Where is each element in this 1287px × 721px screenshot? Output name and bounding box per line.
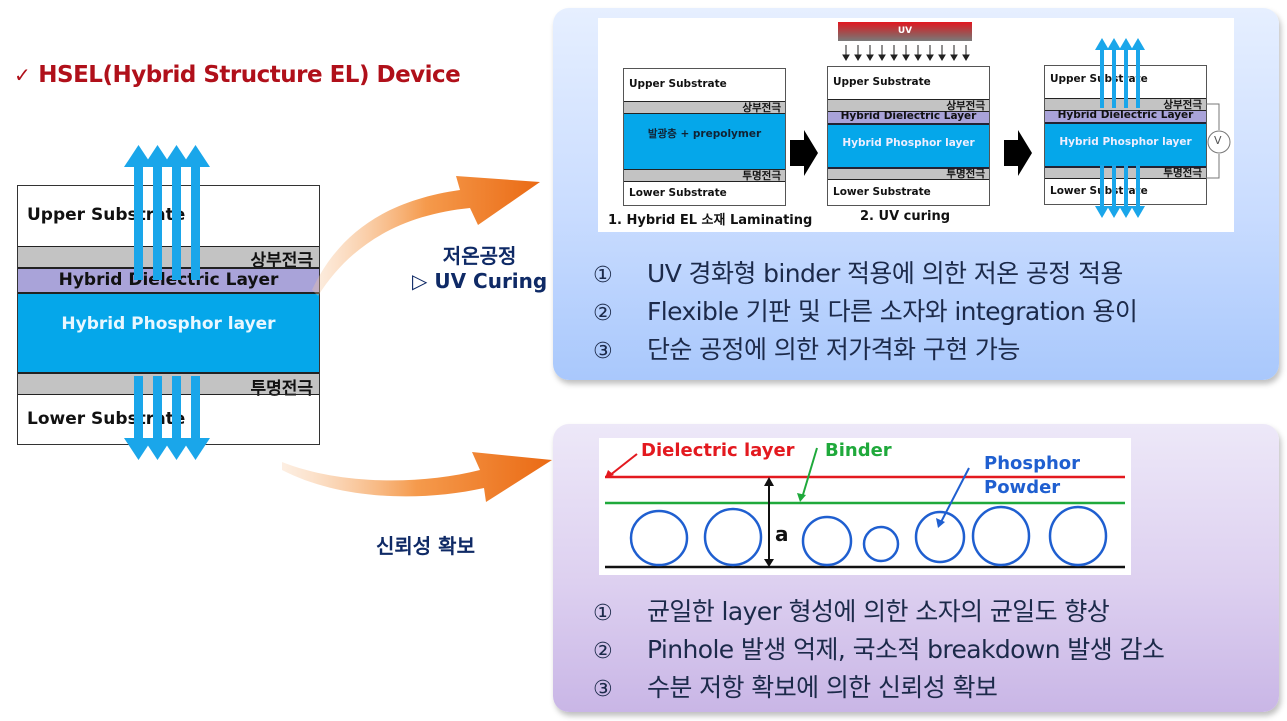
phosphor-particle [971, 505, 1031, 567]
thickness-label: a [775, 522, 789, 546]
lower-substrate-layer: Lower Substrate [18, 394, 319, 445]
bullet-text: 균일한 layer 형성에 의한 소자의 균일도 향상 [647, 597, 1110, 626]
step2-lower-substrate-label: Lower Substrate [833, 186, 931, 198]
phosphor-label-line1: Phosphor [984, 453, 1081, 474]
dielectric-pointer [608, 453, 638, 477]
step1-upper-substrate: Upper Substrate [624, 69, 785, 101]
lower-electrode-layer: 투명전극 [18, 372, 319, 399]
binder-label: Binder [825, 440, 892, 461]
step1-lower-electrode: 투명전극 [624, 169, 785, 182]
phosphor-particle [862, 525, 900, 563]
reliability-panel: Dielectric layer Binder Phosphor Powder … [553, 424, 1279, 712]
step2-upper-substrate: Upper Substrate [828, 67, 989, 99]
step1-caption: 1. Hybrid EL 소재 Laminating [608, 213, 813, 228]
uv-process-panel: Upper Substrate 상부전극 발광층 + prepolymer 투명… [553, 8, 1279, 380]
step2-lower-electrode: 투명전극 [828, 167, 989, 180]
step1-stack: Upper Substrate 상부전극 발광층 + prepolymer 투명… [623, 68, 786, 206]
bullet-text: 단순 공정에 의한 저가격화 구현 가능 [647, 335, 1020, 364]
phosphor-particle [801, 515, 853, 567]
benefit-item: ① 균일한 layer 형성에 의한 소자의 균일도 향상 [593, 594, 1164, 632]
phosphor-label: Hybrid Phosphor layer [61, 314, 276, 334]
bullet-text: Pinhole 발생 억제, 국소적 breakdown 발생 감소 [647, 635, 1165, 664]
dielectric-layer-label: Dielectric layer [641, 440, 795, 461]
benefit-item: ③ 수분 저항 확보에 의한 신뢰성 확보 [593, 670, 1164, 708]
step2-phosphor-label: Hybrid Phosphor layer [842, 137, 975, 149]
benefit-item: ① UV 경화형 binder 적용에 의한 저온 공정 적용 [593, 256, 1137, 294]
step2-dielectric-label: Hybrid Dielectric Layer [840, 110, 977, 122]
binder-pointer [801, 447, 818, 499]
phosphor-particle [1048, 505, 1108, 567]
bullet-number: ① [593, 263, 613, 288]
slide-title: ✓ HSEL(Hybrid Structure EL) Device [14, 62, 461, 88]
bullet-number: ② [593, 301, 613, 326]
step2-dielectric: Hybrid Dielectric Layer [828, 110, 989, 123]
upper-electrode-layer: 상부전극 [18, 246, 319, 271]
phosphor-particles [629, 505, 1108, 567]
step3-light-arrows [1095, 38, 1145, 218]
step1-upper-electrode: 상부전극 [624, 101, 785, 114]
step-arrow-1-icon [790, 130, 818, 176]
benefit-item: ② Pinhole 발생 억제, 국소적 breakdown 발생 감소 [593, 632, 1165, 670]
low-temp-process-text: 저온공정 [442, 244, 517, 268]
step2-phosphor: Hybrid Phosphor layer [828, 123, 989, 167]
phosphor-layer: Hybrid Phosphor layer [18, 292, 319, 372]
step1-lower-substrate-label: Lower Substrate [629, 187, 727, 199]
step2-stack: Upper Substrate 상부전극 Hybrid Dielectric L… [827, 66, 990, 206]
phosphor-particle [914, 510, 966, 564]
step1-emissive-layer: 발광층 + prepolymer [624, 113, 785, 169]
lower-substrate-label: Lower Substrate [27, 409, 186, 429]
phosphor-label-line2: Powder [984, 477, 1061, 498]
layer-structure-figure: Dielectric layer Binder Phosphor Powder … [599, 438, 1131, 575]
process-steps-figure: Upper Substrate 상부전극 발광층 + prepolymer 투명… [598, 18, 1234, 232]
bullet-number: ③ [593, 339, 613, 364]
uv-process-benefits-list: ① UV 경화형 binder 적용에 의한 저온 공정 적용 ② Flexible… [593, 256, 1138, 370]
bullet-text: Flexible 기판 및 다른 소자와 integration 용이 [647, 297, 1138, 326]
curved-arrow-bottom-icon [282, 452, 552, 502]
phosphor-particle [629, 509, 689, 567]
benefit-item: ③ 단순 공정에 의한 저가격화 구현 가능 [593, 332, 1137, 370]
device-stack-diagram: Upper Substrate 상부전극 Hybrid Dielectric L… [17, 185, 320, 445]
benefit-item: ② Flexible 기판 및 다른 소자와 integration 용이 [593, 294, 1138, 332]
title-text: HSEL(Hybrid Structure EL) Device [38, 62, 461, 88]
bullet-text: 수분 저항 확보에 의한 신뢰성 확보 [647, 673, 998, 702]
step2-caption: 2. UV curing [860, 209, 951, 224]
bullet-number: ③ [593, 677, 613, 702]
reliability-label: 신뢰성 확보 [376, 534, 475, 558]
bullet-text: UV 경화형 binder 적용에 의한 저온 공정 적용 [647, 259, 1123, 288]
uv-rays-icon [842, 45, 970, 61]
reliability-benefits-list: ① 균일한 layer 형성에 의한 소자의 균일도 향상 ② Pinhole 발생… [593, 594, 1165, 708]
dielectric-layer: Hybrid Dielectric Layer [18, 267, 319, 292]
upper-substrate-layer: Upper Substrate [18, 186, 319, 246]
upper-substrate-label: Upper Substrate [27, 205, 186, 225]
bullet-number: ② [593, 639, 613, 664]
bullet-number: ① [593, 601, 613, 626]
step-arrow-2-icon [1004, 130, 1032, 176]
step2-upper-substrate-label: Upper Substrate [833, 76, 931, 88]
voltage-symbol: V [1214, 134, 1222, 147]
step1-lower-substrate: Lower Substrate [624, 181, 785, 206]
low-temp-process-label: 저온공정 ▷ UV Curing [412, 240, 547, 293]
step1-upper-substrate-label: Upper Substrate [629, 78, 727, 90]
check-icon: ✓ [14, 63, 31, 87]
step2-lower-substrate: Lower Substrate [828, 179, 989, 206]
phosphor-powder-label: Phosphor Powder [984, 452, 1080, 500]
dielectric-label: Hybrid Dielectric Layer [58, 270, 279, 290]
phosphor-particle [703, 507, 763, 567]
step1-emissive-label: 발광층 + prepolymer [647, 128, 762, 140]
uv-lamp: UV [838, 22, 972, 41]
uv-curing-text: ▷ UV Curing [412, 269, 548, 293]
